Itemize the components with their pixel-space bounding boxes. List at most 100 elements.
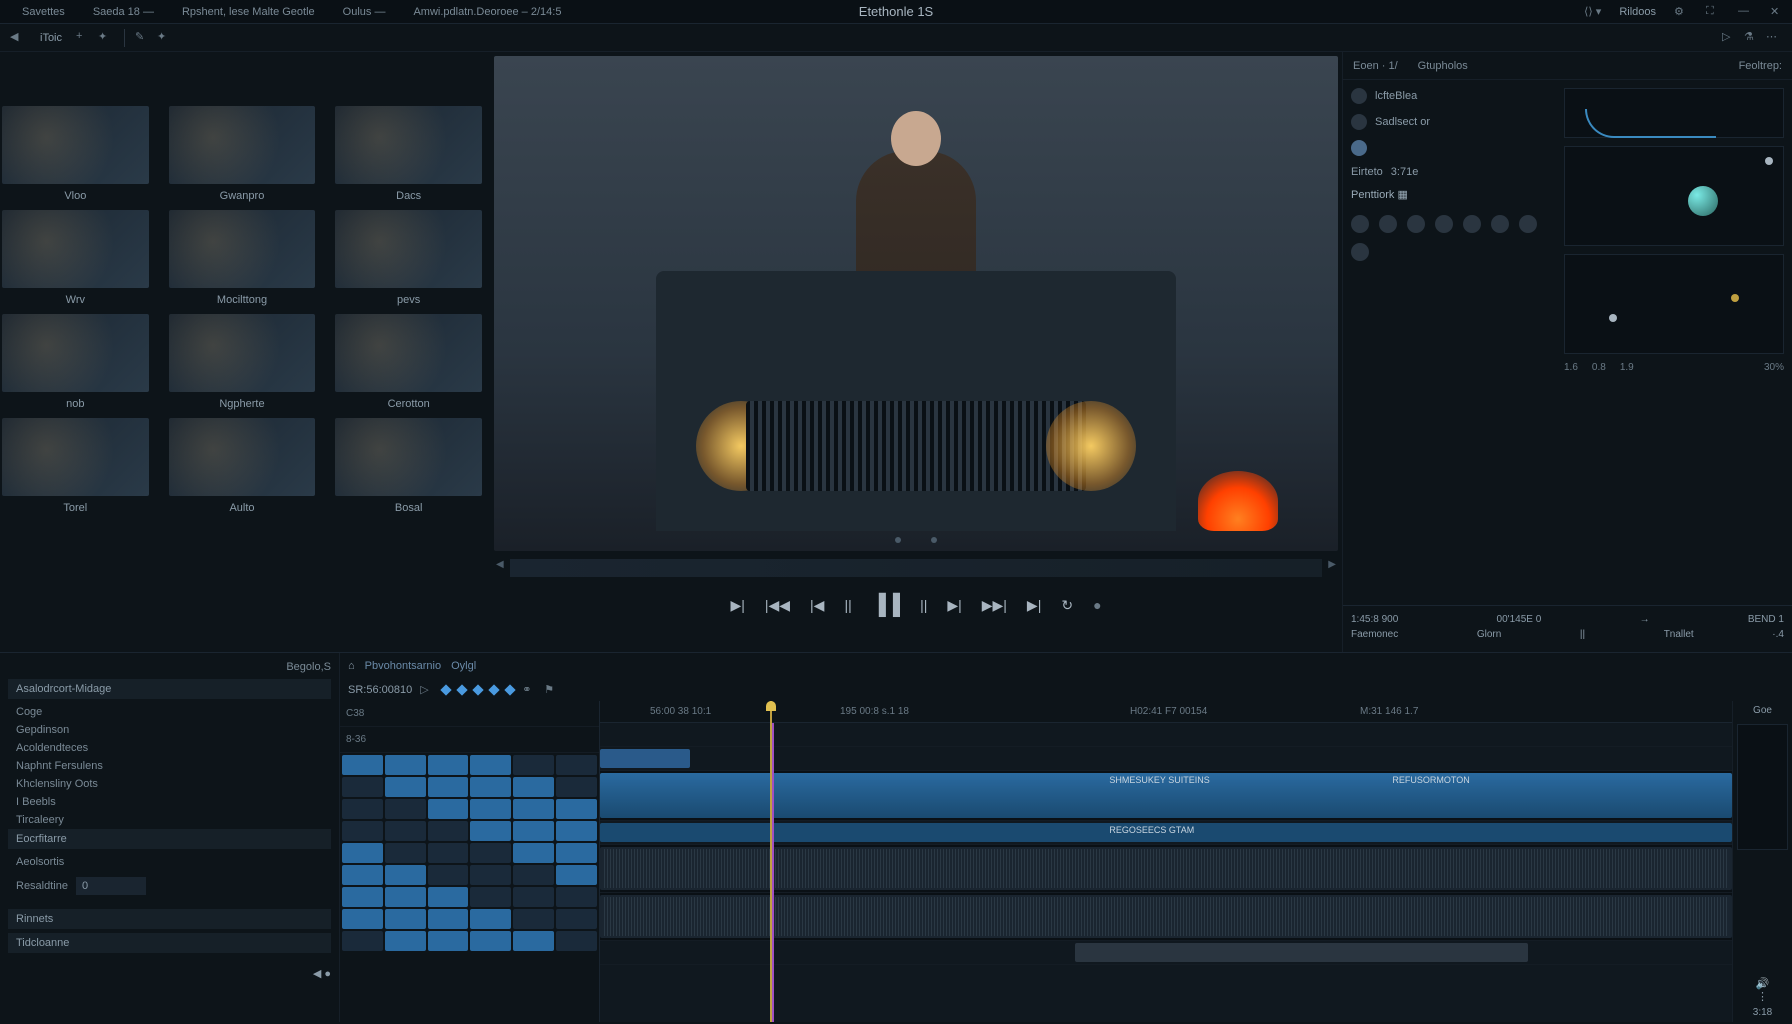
props-header[interactable]: Begolo,S xyxy=(8,661,331,679)
media-clip-4[interactable]: Mocilttong xyxy=(169,210,316,306)
keyframe-icon-1[interactable] xyxy=(441,684,452,695)
settings-icon[interactable]: ⚙ xyxy=(1674,5,1688,19)
tool-cell-11[interactable] xyxy=(556,777,597,797)
tool-cell-26[interactable] xyxy=(428,843,469,863)
tool-cell-8[interactable] xyxy=(428,777,469,797)
tool-cell-35[interactable] xyxy=(556,865,597,885)
user-icon[interactable] xyxy=(1351,88,1367,104)
tool-cell-24[interactable] xyxy=(342,843,383,863)
tool-cell-29[interactable] xyxy=(556,843,597,863)
tool-cell-17[interactable] xyxy=(556,799,597,819)
props-section-3[interactable]: Tidcloanne xyxy=(8,933,331,953)
tool-cell-45[interactable] xyxy=(470,909,511,929)
media-clip-0[interactable]: Vloo xyxy=(2,106,149,202)
tool-cell-15[interactable] xyxy=(470,799,511,819)
media-clip-6[interactable]: nob xyxy=(2,314,149,410)
tool-cell-16[interactable] xyxy=(513,799,554,819)
tool-cell-37[interactable] xyxy=(385,887,426,907)
tool-cell-2[interactable] xyxy=(428,755,469,775)
tool-cell-50[interactable] xyxy=(428,931,469,951)
tool-cell-47[interactable] xyxy=(556,909,597,929)
media-clip-11[interactable]: Bosal xyxy=(335,418,482,514)
tool-cell-39[interactable] xyxy=(470,887,511,907)
prop-item-2[interactable]: Acoldendteces xyxy=(8,739,331,757)
keyframe-icon-3[interactable] xyxy=(473,684,484,695)
mini-monitor[interactable] xyxy=(1737,724,1788,850)
tool-cell-48[interactable] xyxy=(342,931,383,951)
media-clip-2[interactable]: Dacs xyxy=(335,106,482,202)
tl-home-icon[interactable]: ⌂ xyxy=(348,660,355,672)
tool-cell-46[interactable] xyxy=(513,909,554,929)
play-pause-icon[interactable]: ▐▐ xyxy=(872,594,900,617)
scope-graph[interactable] xyxy=(1564,146,1784,246)
edit-icon[interactable]: ✎ xyxy=(135,30,151,46)
menu-right-label[interactable]: Rildoos xyxy=(1619,6,1656,18)
media-clip-8[interactable]: Cerotton xyxy=(335,314,482,410)
prop-item-1[interactable]: Gepdinson xyxy=(8,721,331,739)
preview-monitor[interactable] xyxy=(494,56,1338,551)
props-field-1[interactable]: Eocrfitarre xyxy=(8,829,331,849)
page-dots[interactable] xyxy=(895,537,937,543)
playhead-secondary[interactable] xyxy=(772,723,774,1022)
menu-item-0[interactable]: Savettes xyxy=(8,6,79,18)
record-icon[interactable]: ● xyxy=(1093,597,1101,613)
prop-item-5[interactable]: I Beebls xyxy=(8,793,331,811)
media-clip-5[interactable]: pevs xyxy=(335,210,482,306)
tool-cell-18[interactable] xyxy=(342,821,383,841)
tool-cell-43[interactable] xyxy=(385,909,426,929)
tool-cell-44[interactable] xyxy=(428,909,469,929)
menu-item-4[interactable]: Amwi.pdlatn.Deoroee – 2/14:5 xyxy=(399,6,575,18)
props-item-aeo[interactable]: Aeolsortis xyxy=(8,853,331,871)
target-icon[interactable] xyxy=(1351,114,1367,130)
side-dots-icon[interactable]: ⋮ xyxy=(1733,990,1792,1003)
prev-page-icon[interactable]: ◀ xyxy=(313,968,321,980)
prop-item-0[interactable]: Coge xyxy=(8,703,331,721)
foot-l[interactable]: Faemonec xyxy=(1351,629,1398,640)
tool-cell-51[interactable] xyxy=(470,931,511,951)
drop-icon[interactable] xyxy=(1351,140,1367,156)
fx-icon-8[interactable] xyxy=(1351,243,1369,261)
tool-cell-33[interactable] xyxy=(470,865,511,885)
frame-back-icon[interactable]: || xyxy=(844,597,851,613)
loop-icon[interactable]: ↻ xyxy=(1061,597,1073,614)
media-clip-10[interactable]: Aulto xyxy=(169,418,316,514)
tl-tool-1[interactable]: ▷ xyxy=(420,683,434,697)
audio-clip-3[interactable] xyxy=(1075,943,1528,962)
keyframe-icon-4[interactable] xyxy=(489,684,500,695)
props-section-2[interactable]: Rinnets xyxy=(8,909,331,929)
tool-cell-41[interactable] xyxy=(556,887,597,907)
fx-icon-3[interactable] xyxy=(1407,215,1425,233)
scrub-bar[interactable] xyxy=(510,559,1322,577)
tool-cell-42[interactable] xyxy=(342,909,383,929)
tool-cell-10[interactable] xyxy=(513,777,554,797)
tool-cell-4[interactable] xyxy=(513,755,554,775)
insp-tab-1[interactable]: Gtupholos xyxy=(1418,60,1468,72)
menu-icon[interactable]: ⋯ xyxy=(1766,30,1782,46)
tool-cell-40[interactable] xyxy=(513,887,554,907)
fx-icon-2[interactable] xyxy=(1379,215,1397,233)
fx-icon-1[interactable] xyxy=(1351,215,1369,233)
tool-cell-25[interactable] xyxy=(385,843,426,863)
insp-tab-0[interactable]: Eoen · 1/ xyxy=(1353,60,1398,72)
skip-fwd-icon[interactable]: ▶▶| xyxy=(982,597,1007,614)
add-icon[interactable]: + xyxy=(76,30,92,46)
tool-cell-34[interactable] xyxy=(513,865,554,885)
tool-label[interactable]: iToic xyxy=(32,29,70,47)
tool-cell-14[interactable] xyxy=(428,799,469,819)
playhead[interactable] xyxy=(770,701,772,1022)
tool-cell-20[interactable] xyxy=(428,821,469,841)
tool-cell-7[interactable] xyxy=(385,777,426,797)
toggle-icon[interactable]: ▦ xyxy=(1397,189,1407,201)
frame-fwd-icon[interactable]: || xyxy=(920,597,927,613)
curve-graph-1[interactable] xyxy=(1564,88,1784,138)
tool-cell-52[interactable] xyxy=(513,931,554,951)
view-dropdown[interactable]: ⟨⟩ ▾ xyxy=(1584,5,1601,18)
media-clip-9[interactable]: Torel xyxy=(2,418,149,514)
prop-item-6[interactable]: Tircaleery xyxy=(8,811,331,829)
side-speaker-icon[interactable]: 🔊 xyxy=(1733,977,1792,990)
insp-tab-2[interactable]: Feoltrep: xyxy=(1739,60,1782,72)
tool-cell-22[interactable] xyxy=(513,821,554,841)
timecode[interactable]: SR:56:00810 xyxy=(348,684,412,696)
tool-cell-6[interactable] xyxy=(342,777,383,797)
fx-icon-7[interactable] xyxy=(1519,215,1537,233)
